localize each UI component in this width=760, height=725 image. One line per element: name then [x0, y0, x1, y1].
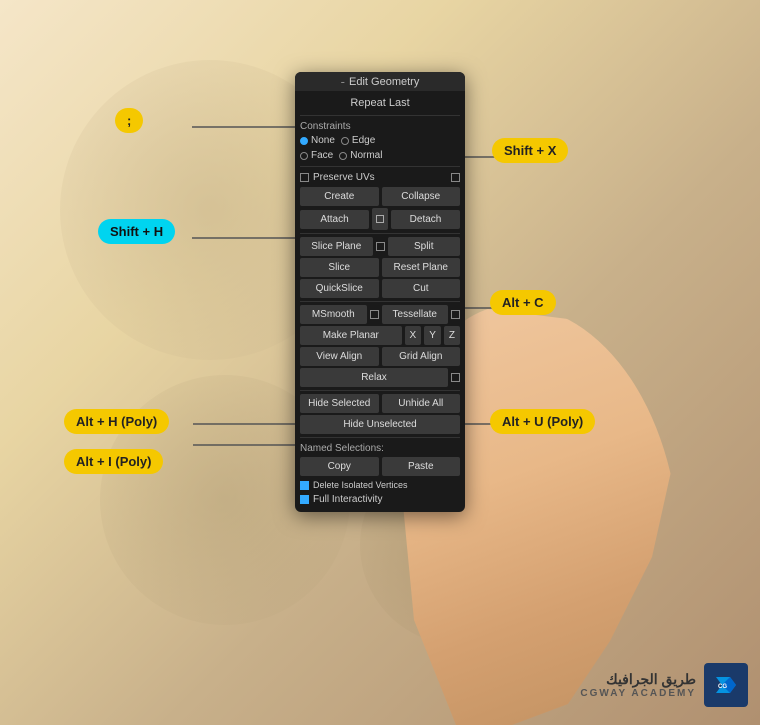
- preserve-uvs-checkbox[interactable]: [300, 173, 309, 182]
- cut-button[interactable]: Cut: [382, 279, 461, 298]
- annotation-alt-i-poly: Alt + I (Poly): [64, 449, 163, 474]
- named-selections-label: Named Selections:: [300, 441, 460, 455]
- full-interactivity-row: Full Interactivity: [300, 492, 460, 507]
- logo-icon: CG: [704, 663, 748, 707]
- attach-detach-row: Attach Detach: [300, 208, 460, 230]
- delete-isolated-checkbox[interactable]: [300, 481, 309, 490]
- view-grid-align-row: View Align Grid Align: [300, 347, 460, 366]
- slice-button[interactable]: Slice: [300, 258, 379, 277]
- constraints-row2: Face Normal: [300, 148, 460, 163]
- slice-plane-button[interactable]: Slice Plane: [300, 237, 373, 256]
- x-button[interactable]: X: [405, 326, 422, 345]
- logo-english: CGWAY ACADEMY: [580, 688, 696, 699]
- full-interactivity-checkbox[interactable]: [300, 495, 309, 504]
- grid-align-button[interactable]: Grid Align: [382, 347, 461, 366]
- tessellate-button[interactable]: Tessellate: [382, 305, 449, 324]
- delete-isolated-row: Delete Isolated Vertices: [300, 478, 460, 492]
- radio-none[interactable]: None: [300, 135, 335, 146]
- msmooth-tessellate-row: MSmooth Tessellate: [300, 305, 460, 324]
- annotation-shift-x: Shift + X: [492, 138, 568, 163]
- radio-none-label: None: [311, 135, 335, 146]
- annotation-alt-h-poly-label: Alt + H (Poly): [76, 414, 157, 429]
- msmooth-button[interactable]: MSmooth: [300, 305, 367, 324]
- radio-edge-label: Edge: [352, 135, 375, 146]
- unhide-all-button[interactable]: Unhide All: [382, 394, 461, 413]
- annotation-alt-i-poly-label: Alt + I (Poly): [76, 454, 151, 469]
- logo-area: طريق الجرافيك CGWAY ACADEMY CG: [580, 663, 748, 707]
- copy-button[interactable]: Copy: [300, 457, 379, 476]
- quickslice-button[interactable]: QuickSlice: [300, 279, 379, 298]
- split-checkbox[interactable]: [376, 242, 385, 251]
- constraints-row: None Edge: [300, 133, 460, 148]
- msmooth-checkbox[interactable]: [370, 310, 379, 319]
- slice-reset-row: Slice Reset Plane: [300, 258, 460, 277]
- logo-svg: CG: [710, 669, 742, 701]
- paste-button[interactable]: Paste: [382, 457, 461, 476]
- annotation-shift-h: Shift + H: [98, 219, 175, 244]
- constraints-label: Constraints: [300, 119, 460, 133]
- detach-button[interactable]: Detach: [391, 210, 460, 229]
- attach-settings-button[interactable]: [372, 208, 388, 230]
- reset-plane-button[interactable]: Reset Plane: [382, 258, 461, 277]
- quickslice-cut-row: QuickSlice Cut: [300, 279, 460, 298]
- annotation-alt-c-label: Alt + C: [502, 295, 544, 310]
- view-align-button[interactable]: View Align: [300, 347, 379, 366]
- preserve-row: Preserve UVs: [300, 170, 460, 185]
- create-collapse-row: Create Collapse: [300, 187, 460, 206]
- logo-text: طريق الجرافيك CGWAY ACADEMY: [580, 671, 696, 699]
- full-interactivity-label: Full Interactivity: [313, 494, 382, 505]
- annotation-semicolon: ;: [115, 108, 143, 133]
- relax-checkbox[interactable]: [451, 373, 460, 382]
- annotation-alt-u-poly: Alt + U (Poly): [490, 409, 595, 434]
- logo-arabic: طريق الجرافيك: [580, 671, 696, 688]
- y-button[interactable]: Y: [424, 326, 441, 345]
- delete-isolated-label: Delete Isolated Vertices: [313, 480, 408, 490]
- split-button[interactable]: Split: [388, 237, 461, 256]
- create-button[interactable]: Create: [300, 187, 379, 206]
- tessellate-checkbox[interactable]: [451, 310, 460, 319]
- annotation-shift-h-label: Shift + H: [110, 224, 163, 239]
- panel-titlebar: - Edit Geometry: [295, 72, 465, 91]
- panel-body: Repeat Last Constraints None Edge Face N…: [295, 91, 465, 512]
- repeat-last-button[interactable]: Repeat Last: [300, 94, 460, 112]
- annotation-shift-x-label: Shift + X: [504, 143, 556, 158]
- copy-paste-row: Copy Paste: [300, 457, 460, 476]
- collapse-button[interactable]: Collapse: [382, 187, 461, 206]
- hide-unselected-button[interactable]: Hide Unselected: [300, 415, 460, 434]
- annotation-semicolon-label: ;: [127, 113, 131, 128]
- hide-unhide-row: Hide Selected Unhide All: [300, 394, 460, 413]
- hide-selected-button[interactable]: Hide Selected: [300, 394, 379, 413]
- preserve-uvs-checkbox2[interactable]: [451, 173, 460, 182]
- radio-normal-label: Normal: [350, 150, 382, 161]
- annotation-alt-c: Alt + C: [490, 290, 556, 315]
- relax-row: Relax: [300, 368, 460, 387]
- hide-unselected-row: Hide Unselected: [300, 415, 460, 434]
- annotation-alt-u-poly-label: Alt + U (Poly): [502, 414, 583, 429]
- relax-button[interactable]: Relax: [300, 368, 448, 387]
- preserve-uvs-label: Preserve UVs: [313, 172, 375, 183]
- radio-face-label: Face: [311, 150, 333, 161]
- z-button[interactable]: Z: [444, 326, 460, 345]
- radio-face[interactable]: Face: [300, 150, 333, 161]
- panel-title: Edit Geometry: [349, 76, 419, 88]
- edit-geometry-panel: - Edit Geometry Repeat Last Constraints …: [295, 72, 465, 512]
- attach-settings-icon: [376, 215, 384, 223]
- radio-normal[interactable]: Normal: [339, 150, 382, 161]
- attach-button[interactable]: Attach: [300, 210, 369, 229]
- radio-face-circle: [300, 152, 308, 160]
- annotation-alt-h-poly: Alt + H (Poly): [64, 409, 169, 434]
- make-planar-button[interactable]: Make Planar: [300, 326, 402, 345]
- make-planar-row: Make Planar X Y Z: [300, 326, 460, 345]
- radio-edge[interactable]: Edge: [341, 135, 375, 146]
- radio-none-circle: [300, 137, 308, 145]
- slice-plane-row: Slice Plane Split: [300, 237, 460, 256]
- svg-text:CG: CG: [718, 684, 727, 690]
- radio-edge-circle: [341, 137, 349, 145]
- radio-normal-circle: [339, 152, 347, 160]
- panel-collapse-icon[interactable]: -: [341, 75, 345, 88]
